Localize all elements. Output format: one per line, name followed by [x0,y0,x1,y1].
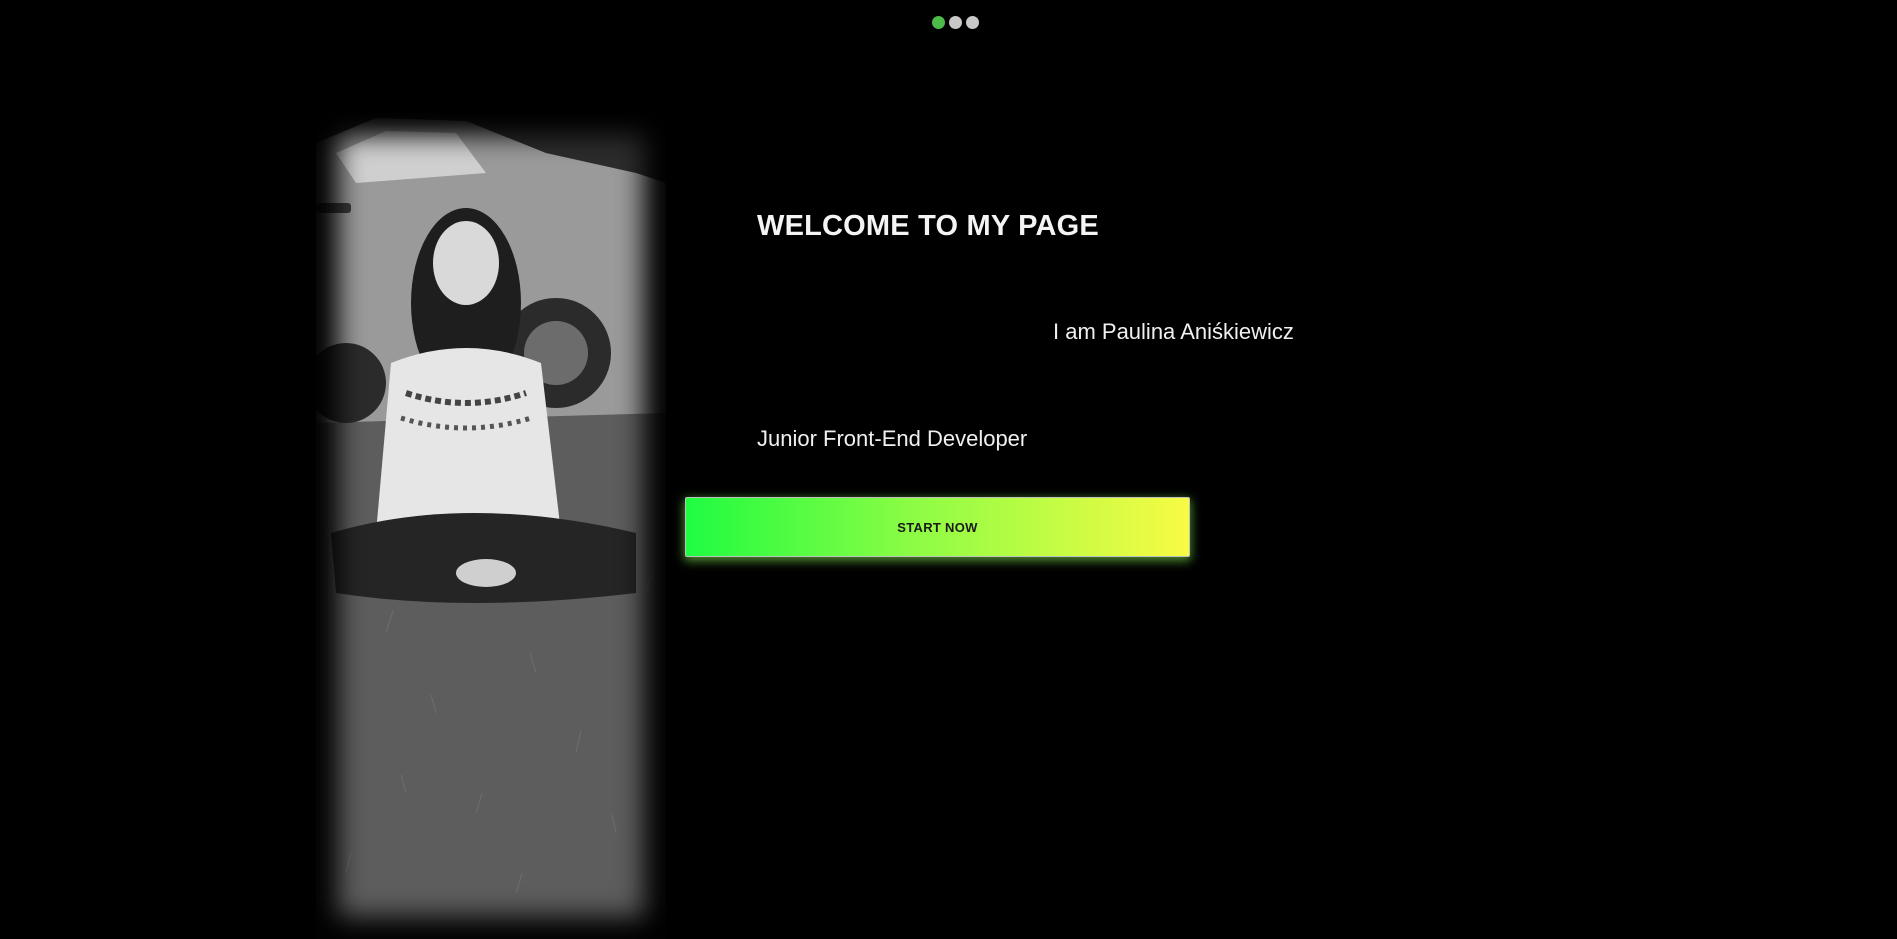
pager-dot-1[interactable] [932,16,945,29]
pager-dot-2[interactable] [949,16,962,29]
page-title: WELCOME TO MY PAGE [757,210,1099,242]
slide-pager [932,16,979,29]
profile-photo [316,113,666,939]
start-now-button[interactable]: START NOW [685,497,1190,557]
role-text: Junior Front-End Developer [757,426,1028,451]
intro-text: I am Paulina Aniśkiewicz [1053,319,1294,344]
pager-dot-3[interactable] [966,16,979,29]
